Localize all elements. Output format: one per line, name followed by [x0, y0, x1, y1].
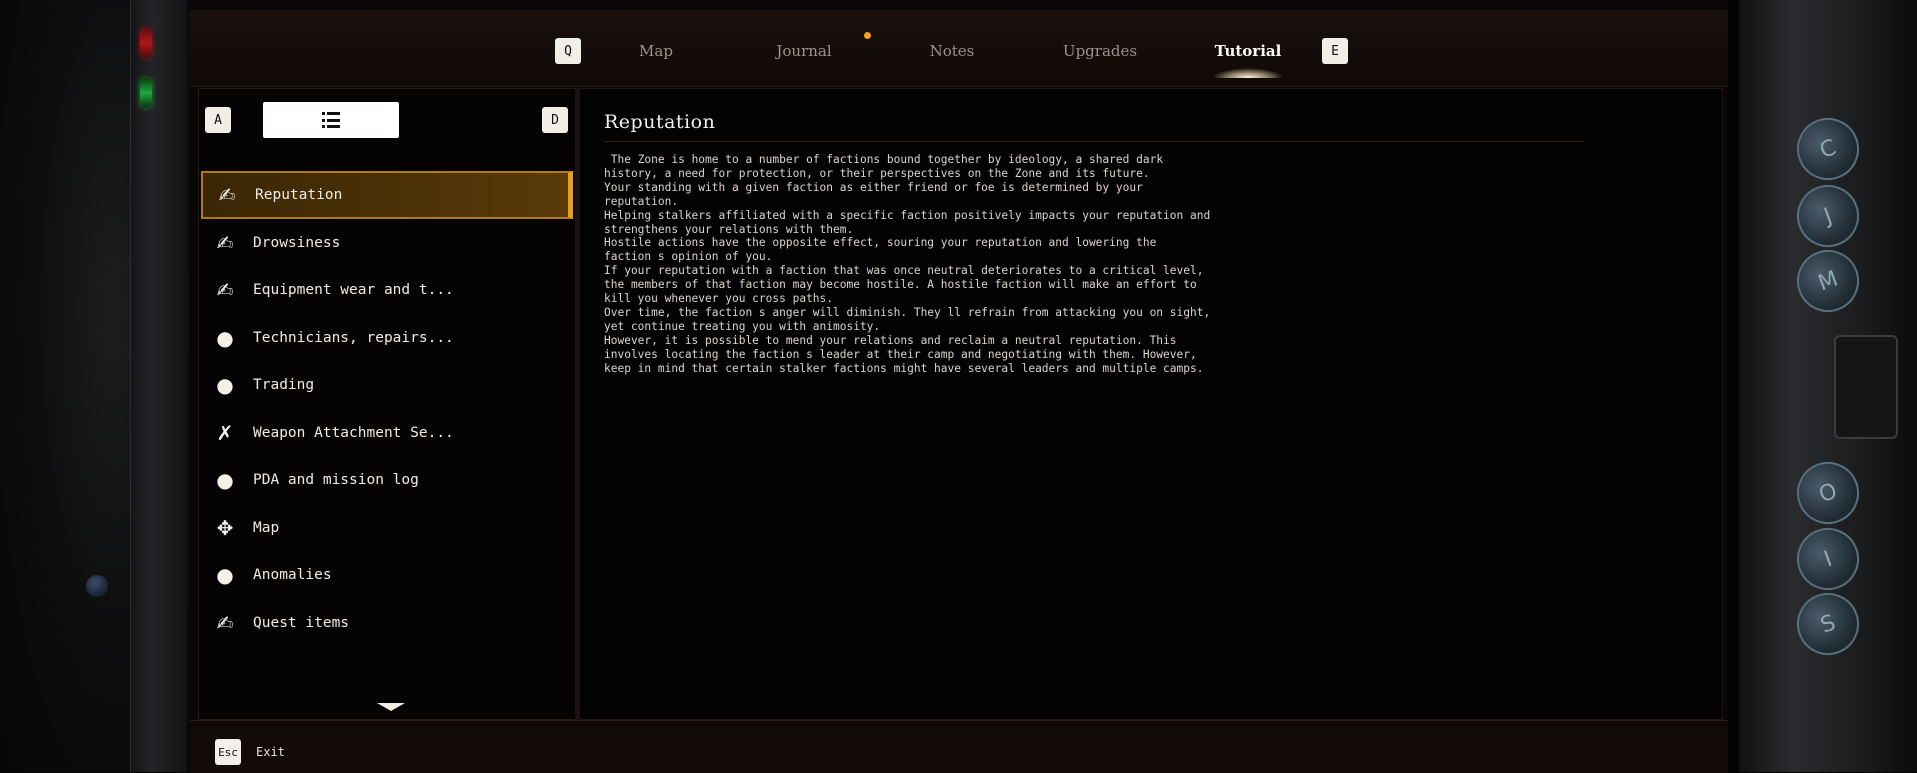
tab-journal[interactable]: Journal [730, 42, 878, 60]
next-tab-key[interactable]: E [1322, 38, 1348, 64]
list-item-label: Weapon Attachment Se... [253, 425, 454, 441]
bolt-icon [86, 575, 108, 597]
tab-map[interactable]: Map [582, 42, 730, 60]
device-slot [1834, 335, 1898, 439]
list-item-trading[interactable]: ● Trading [201, 361, 573, 409]
next-category-key[interactable]: D [542, 107, 568, 133]
knife-icon: ✍ [216, 611, 234, 635]
knife-icon: ✍ [216, 231, 234, 255]
list-view-button[interactable] [263, 102, 399, 138]
footer-bar: Esc Exit [190, 720, 1728, 773]
esc-key[interactable]: Esc [215, 739, 241, 765]
hardware-key-o[interactable]: O [1788, 453, 1868, 533]
list-item-map[interactable]: ✥ Map [201, 504, 573, 552]
list-icon [322, 112, 340, 128]
tab-notes[interactable]: Notes [878, 42, 1026, 60]
content-body: The Zone is home to a number of factions… [604, 153, 1211, 375]
tab-bar: Q Map Journal Notes Upgrades Tutorial E [190, 10, 1728, 87]
status-led-green [140, 78, 152, 108]
device-bezel-right: C J M O I S [1739, 0, 1917, 772]
list-header: A D [199, 89, 576, 169]
prev-category-key[interactable]: A [205, 107, 231, 133]
status-led-red [140, 28, 152, 58]
bezel-rail [130, 0, 187, 772]
knife-icon: ✍ [216, 278, 234, 302]
list-item-reputation[interactable]: ✍ Reputation [201, 171, 573, 219]
bag-icon: ● [216, 326, 234, 350]
list-item-label: PDA and mission log [253, 472, 419, 488]
bag-icon: ● [216, 563, 234, 587]
tutorial-list-panel: A D ✍ Reputation ✍ Drowsiness ✍ Equipmen… [198, 88, 577, 720]
list-item-drowsiness[interactable]: ✍ Drowsiness [201, 219, 573, 267]
hardware-key-s[interactable]: S [1788, 584, 1868, 664]
list-item-weapon-attachment[interactable]: ✗ Weapon Attachment Se... [201, 409, 573, 457]
bag-icon: ● [216, 468, 234, 492]
list-item-label: Trading [253, 377, 315, 393]
move-arrows-icon: ✥ [216, 516, 234, 540]
scroll-down-icon[interactable] [377, 703, 405, 711]
list-item-equipment-wear[interactable]: ✍ Equipment wear and t... [201, 266, 573, 314]
hardware-key-j[interactable]: J [1788, 176, 1868, 256]
pda-screen: Q Map Journal Notes Upgrades Tutorial E … [190, 0, 1728, 773]
tab-tutorial[interactable]: Tutorial [1174, 42, 1322, 78]
list-item-label: Drowsiness [253, 235, 341, 251]
knife-icon: ✍ [218, 183, 236, 207]
list-item-label: Map [253, 520, 280, 536]
tab-upgrades[interactable]: Upgrades [1026, 42, 1174, 60]
exit-label[interactable]: Exit [256, 745, 285, 759]
tutorial-content-panel: Reputation The Zone is home to a number … [579, 88, 1723, 720]
list-item-quest-items[interactable]: ✍ Quest items [201, 599, 573, 647]
title-divider [604, 141, 1584, 142]
list-item-label: Equipment wear and t... [253, 282, 454, 298]
list-item-label: Quest items [253, 615, 350, 631]
list-item-anomalies[interactable]: ● Anomalies [201, 551, 573, 599]
journal-notification-dot [864, 32, 871, 39]
device-bezel-left [0, 0, 190, 772]
list-item-label: Technicians, repairs... [253, 330, 454, 346]
hardware-key-m[interactable]: M [1788, 241, 1868, 321]
hardware-key-i[interactable]: I [1788, 519, 1868, 599]
list-item-label: Reputation [255, 187, 343, 203]
list-item-label: Anomalies [253, 567, 332, 583]
list-item-pda-mission-log[interactable]: ● PDA and mission log [201, 456, 573, 504]
hardware-key-c[interactable]: C [1788, 109, 1868, 189]
list-item-technicians[interactable]: ● Technicians, repairs... [201, 314, 573, 362]
prev-tab-key[interactable]: Q [555, 38, 581, 64]
crossed-tools-icon: ✗ [216, 421, 234, 445]
bag-icon: ● [216, 373, 234, 397]
content-title: Reputation [604, 111, 716, 133]
